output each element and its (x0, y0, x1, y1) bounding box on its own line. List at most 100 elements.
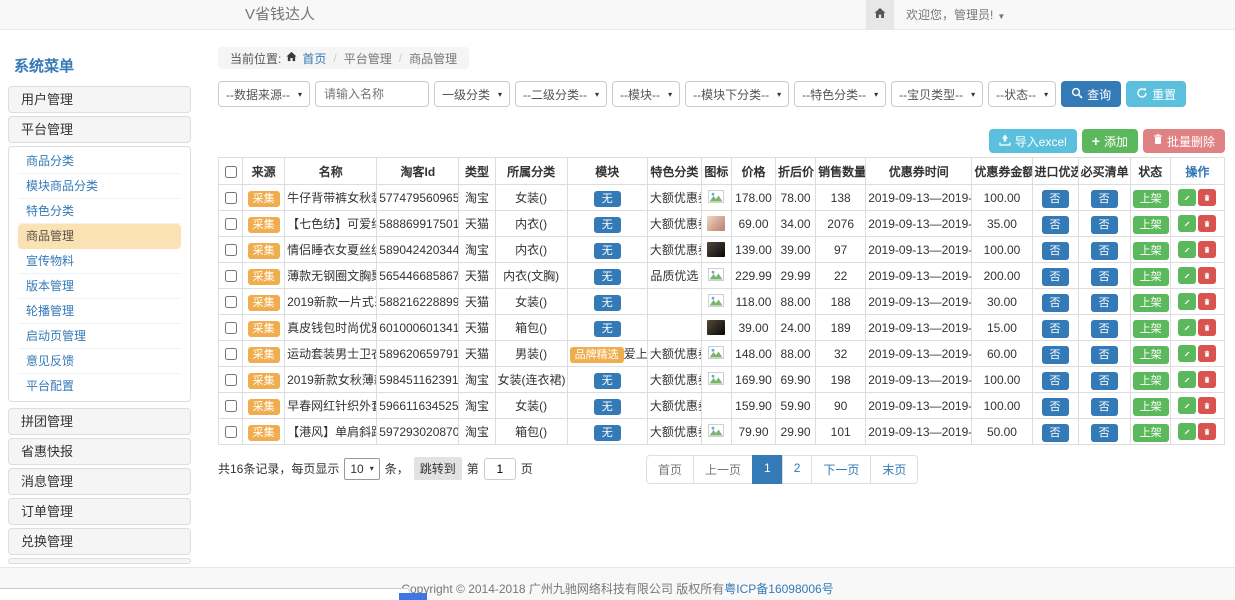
edit-button[interactable] (1178, 267, 1196, 284)
must-buy-toggle[interactable]: 否 (1091, 242, 1118, 260)
edit-button[interactable] (1178, 189, 1196, 206)
home-button[interactable] (866, 0, 894, 29)
import-excel-button[interactable]: 导入excel (989, 129, 1077, 153)
filter-select-feature-category[interactable]: --特色分类--▾ (794, 81, 886, 107)
page-button-1[interactable]: 首页 (646, 455, 694, 484)
sidebar-item-8[interactable]: 启动页管理 (18, 324, 181, 349)
select-all-checkbox[interactable] (225, 166, 237, 178)
edit-button[interactable] (1178, 293, 1196, 310)
filter-select-status[interactable]: --状态--▾ (988, 81, 1056, 107)
delete-button[interactable] (1198, 423, 1216, 440)
module-none-badge[interactable]: 无 (594, 191, 621, 207)
must-buy-toggle[interactable]: 否 (1091, 346, 1118, 364)
sidebar-group-8[interactable]: 代理管理 (8, 558, 191, 564)
filter-input-name[interactable] (315, 81, 429, 107)
status-button[interactable]: 上架 (1133, 320, 1169, 338)
search-button[interactable]: 查询 (1061, 81, 1121, 107)
jump-button[interactable]: 跳转到 (414, 457, 462, 480)
status-button[interactable]: 上架 (1133, 190, 1169, 208)
page-button-6[interactable]: 末页 (870, 455, 918, 484)
delete-button[interactable] (1198, 371, 1216, 388)
sidebar-item-2[interactable]: 模块商品分类 (18, 174, 181, 199)
sidebar-group-4[interactable]: 省惠快报 (8, 438, 191, 465)
edit-button[interactable] (1178, 319, 1196, 336)
row-checkbox[interactable] (225, 192, 237, 204)
page-button-3[interactable]: 1 (752, 455, 783, 484)
must-buy-toggle[interactable]: 否 (1091, 216, 1118, 234)
status-button[interactable]: 上架 (1133, 424, 1169, 442)
sidebar-group-5[interactable]: 消息管理 (8, 468, 191, 495)
reset-button[interactable]: 重置 (1126, 81, 1186, 107)
sidebar-item-6[interactable]: 版本管理 (18, 274, 181, 299)
page-button-2[interactable]: 上一页 (693, 455, 753, 484)
filter-select-level1-category[interactable]: 一级分类▾ (434, 81, 510, 107)
row-checkbox[interactable] (225, 218, 237, 230)
delete-button[interactable] (1198, 345, 1216, 362)
delete-button[interactable] (1198, 319, 1216, 336)
must-buy-toggle[interactable]: 否 (1091, 190, 1118, 208)
row-checkbox[interactable] (225, 322, 237, 334)
per-page-select[interactable]: 10 ▾ (344, 458, 379, 480)
row-checkbox[interactable] (225, 374, 237, 386)
batch-delete-button[interactable]: 批量删除 (1143, 129, 1225, 153)
import-select-toggle[interactable]: 否 (1042, 346, 1069, 364)
sidebar-item-9[interactable]: 意见反馈 (18, 349, 181, 374)
import-select-toggle[interactable]: 否 (1042, 320, 1069, 338)
row-checkbox[interactable] (225, 270, 237, 282)
status-button[interactable]: 上架 (1133, 294, 1169, 312)
module-none-badge[interactable]: 无 (594, 243, 621, 259)
import-select-toggle[interactable]: 否 (1042, 424, 1069, 442)
filter-select-level2-category[interactable]: --二级分类--▾ (515, 81, 607, 107)
sidebar-group-1[interactable]: 用户管理 (8, 86, 191, 113)
sidebar-group-3[interactable]: 拼团管理 (8, 408, 191, 435)
import-select-toggle[interactable]: 否 (1042, 190, 1069, 208)
jump-page-input[interactable] (484, 458, 516, 480)
row-checkbox[interactable] (225, 244, 237, 256)
row-checkbox[interactable] (225, 426, 237, 438)
module-none-badge[interactable]: 无 (594, 425, 621, 441)
module-none-badge[interactable]: 无 (594, 295, 621, 311)
filter-select-module-subcategory[interactable]: --模块下分类--▾ (685, 81, 789, 107)
module-none-badge[interactable]: 无 (594, 373, 621, 389)
import-select-toggle[interactable]: 否 (1042, 372, 1069, 390)
filter-select-item-type[interactable]: --宝贝类型--▾ (891, 81, 983, 107)
edit-button[interactable] (1178, 241, 1196, 258)
status-button[interactable]: 上架 (1133, 372, 1169, 390)
edit-button[interactable] (1178, 215, 1196, 232)
module-none-badge[interactable]: 无 (594, 269, 621, 285)
import-select-toggle[interactable]: 否 (1042, 398, 1069, 416)
must-buy-toggle[interactable]: 否 (1091, 424, 1118, 442)
edit-button[interactable] (1178, 371, 1196, 388)
delete-button[interactable] (1198, 215, 1216, 232)
delete-button[interactable] (1198, 397, 1216, 414)
sidebar-item-3[interactable]: 特色分类 (18, 199, 181, 224)
module-none-badge[interactable]: 无 (594, 217, 621, 233)
edit-button[interactable] (1178, 345, 1196, 362)
sidebar-item-10[interactable]: 平台配置 (18, 374, 181, 399)
import-select-toggle[interactable]: 否 (1042, 242, 1069, 260)
sidebar-item-7[interactable]: 轮播管理 (18, 299, 181, 324)
status-button[interactable]: 上架 (1133, 242, 1169, 260)
breadcrumb-home-link[interactable]: 首页 (302, 50, 326, 67)
import-select-toggle[interactable]: 否 (1042, 268, 1069, 286)
edit-button[interactable] (1178, 423, 1196, 440)
delete-button[interactable] (1198, 267, 1216, 284)
add-button[interactable]: + 添加 (1082, 129, 1138, 153)
module-none-badge[interactable]: 无 (594, 321, 621, 337)
sidebar-item-4[interactable]: 商品管理 (18, 224, 181, 249)
user-menu[interactable]: 欢迎您，管理员!▼ (906, 0, 1005, 32)
edit-button[interactable] (1178, 397, 1196, 414)
must-buy-toggle[interactable]: 否 (1091, 294, 1118, 312)
row-checkbox[interactable] (225, 400, 237, 412)
must-buy-toggle[interactable]: 否 (1091, 372, 1118, 390)
row-checkbox[interactable] (225, 348, 237, 360)
sidebar-group-7[interactable]: 兑换管理 (8, 528, 191, 555)
module-none-badge[interactable]: 无 (594, 399, 621, 415)
status-button[interactable]: 上架 (1133, 216, 1169, 234)
filter-select-module[interactable]: --模块--▾ (612, 81, 680, 107)
import-select-toggle[interactable]: 否 (1042, 216, 1069, 234)
status-button[interactable]: 上架 (1133, 398, 1169, 416)
must-buy-toggle[interactable]: 否 (1091, 398, 1118, 416)
delete-button[interactable] (1198, 241, 1216, 258)
sidebar-group-6[interactable]: 订单管理 (8, 498, 191, 525)
